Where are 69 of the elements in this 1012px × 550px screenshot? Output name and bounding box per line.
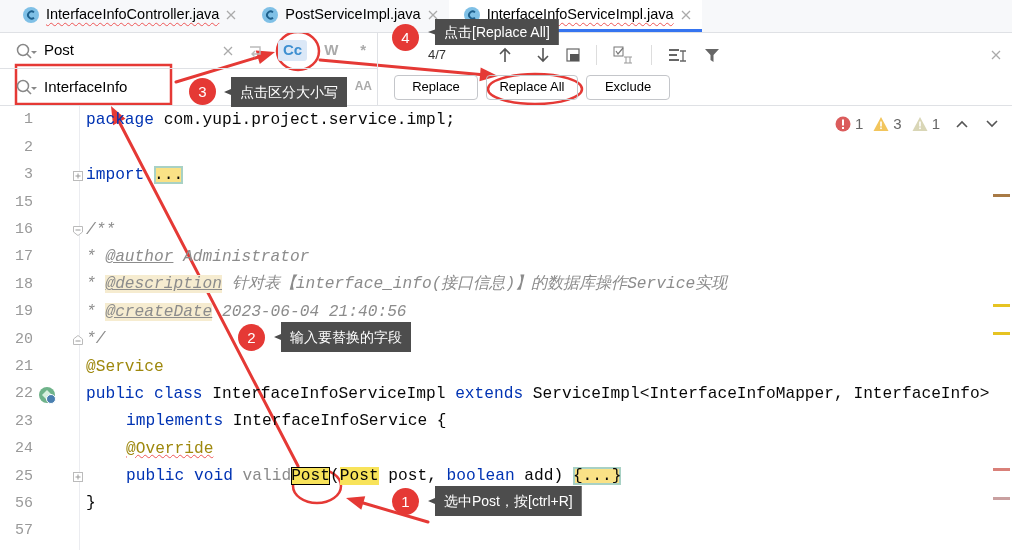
up-arrow-icon[interactable] [498,47,513,63]
scroll-marker [993,332,1010,335]
line-number: 2 [23,137,33,158]
filter-icon[interactable] [704,47,721,63]
collapse-fold-icon[interactable] [73,225,83,236]
line-number: 22 [14,384,33,405]
scroll-marker [993,304,1010,307]
code-line: @Override [125,438,214,460]
implemented-icon[interactable] [38,385,56,404]
code-line: * @description 针对表【interface_info(接口信息)】的数据库操作Service实现 [85,273,728,296]
code-line: /** [85,219,116,241]
expand-fold-icon[interactable] [73,170,83,181]
newline-icon[interactable] [248,43,264,58]
line-number: 25 [14,466,33,487]
previous-icon[interactable] [956,120,968,129]
close-icon[interactable] [426,8,439,21]
line-number: 16 [14,220,33,240]
line-number: 23 [14,411,33,432]
highlight-circle [275,30,321,72]
class-icon [261,5,280,24]
search-field[interactable]: Post [44,39,184,62]
error-icon[interactable] [834,116,851,133]
editor-tab[interactable]: InterfaceInfoController.java [8,0,248,32]
line-number: 56 [14,493,33,514]
exclude-button[interactable]: Exclude [586,74,670,100]
search-icon [16,79,38,95]
search-icon [16,42,38,59]
down-arrow-icon[interactable] [536,47,551,63]
hint-tooltip: 输入要替换的字段 [274,322,411,352]
line-number: 17 [14,247,33,268]
select-all-icon[interactable] [566,48,581,62]
match-count: 4/7 [428,46,447,65]
line-number: 15 [14,192,33,213]
code-line: @Service [85,356,164,378]
line-number: 1 [23,110,33,131]
hint-tooltip: 选中Post，按[ctrl+R] [428,486,582,516]
replace-field[interactable]: InterfaceInfo [44,75,184,99]
scroll-marker [993,468,1010,471]
hint-tooltip: 点击区分大小写 [224,77,347,107]
expand-fold-icon[interactable] [73,472,83,483]
code-line: } [85,493,96,515]
step-number-badge: 3 [189,78,216,105]
code-line: * @createDate 2023-06-04 21:40:56 [85,301,407,323]
line-number: 21 [14,356,33,377]
line-number: 24 [14,439,33,460]
step-number-badge: 4 [392,24,419,51]
next-icon[interactable] [986,120,998,129]
problem-count: 1 [854,114,864,134]
fold-end-icon[interactable] [73,335,83,346]
problem-count: 1 [931,114,940,134]
replace-button[interactable]: Replace [394,74,478,100]
replace-all-button[interactable]: Replace All [486,74,578,100]
options-icon[interactable] [668,47,689,63]
problem-count: 3 [893,114,902,134]
line-number: 3 [23,165,33,186]
code-line: import ... [85,164,184,186]
code-line: */ [85,329,106,351]
scroll-marker [993,497,1010,500]
class-icon [22,5,40,24]
line-number: 19 [14,302,33,323]
step-number-badge: 2 [238,324,265,351]
scroll-marker [993,194,1010,197]
step-number-badge: 1 [392,488,419,515]
line-number: 20 [14,329,33,350]
hint-tooltip: 点击[Replace All] [428,19,559,45]
clear-icon[interactable] [222,44,234,57]
code-line: public void validPost(Post post, boolean add) {...} [125,466,622,488]
line-number: 57 [14,521,33,542]
line-number: 18 [14,274,33,295]
